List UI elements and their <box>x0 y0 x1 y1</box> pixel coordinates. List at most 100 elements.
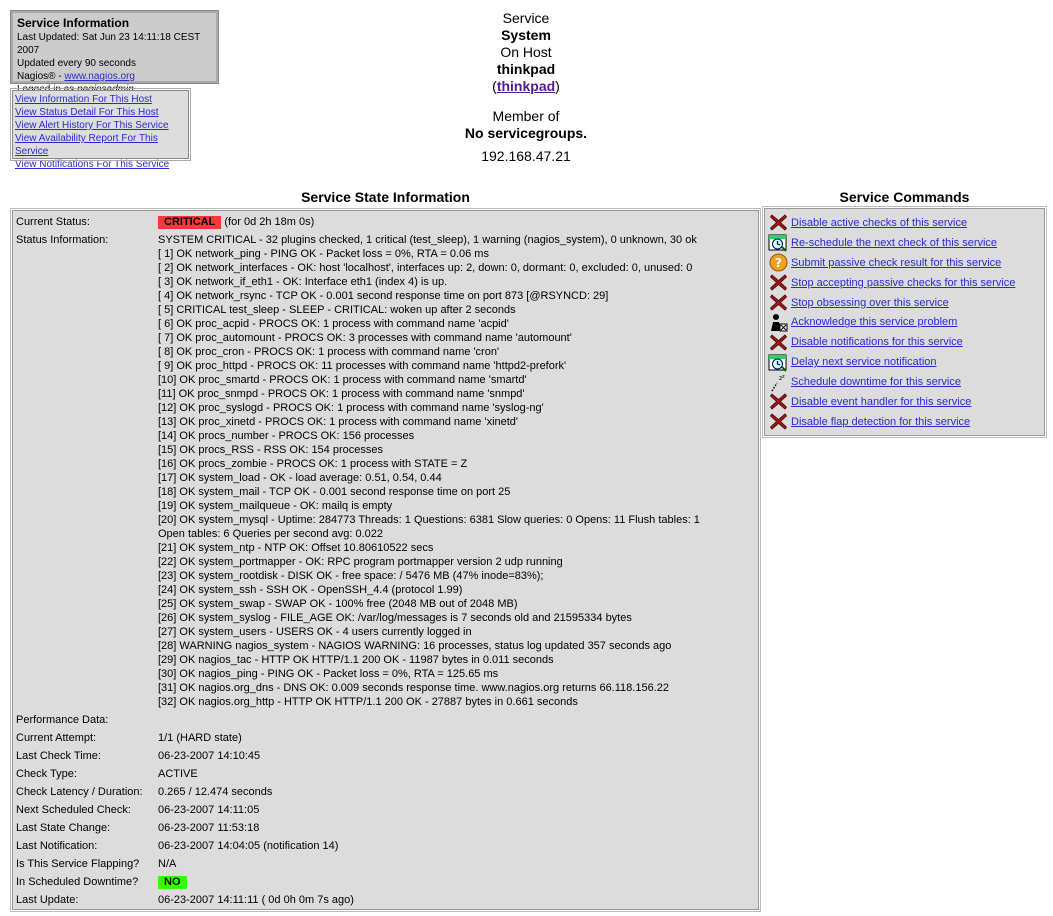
nagios-credit: Nagios® - www.nagios.org <box>17 70 212 83</box>
status-info-line: SYSTEM CRITICAL - 32 plugins checked, 1 … <box>158 234 697 246</box>
downtime-badge: NO <box>158 876 187 889</box>
status-info-line: [21] OK system_ntp - NTP OK: Offset 10.8… <box>158 542 434 554</box>
perf-value <box>158 713 758 727</box>
command-link[interactable]: Disable flap detection for this service <box>791 416 970 428</box>
host-header: Service System On Host thinkpad (thinkpa… <box>400 10 652 165</box>
passive-question-icon[interactable]: ? <box>768 253 788 272</box>
last-updated: Last Updated: Sat Jun 23 14:11:18 CEST 2… <box>17 32 201 56</box>
status-info-line: [18] OK system_mail - TCP OK - 0.001 sec… <box>158 486 511 498</box>
status-info-line: [32] OK nagios.org_http - HTTP OK HTTP/1… <box>158 696 578 708</box>
disabled-x-icon[interactable] <box>768 412 788 431</box>
downtime-icon[interactable]: zz <box>768 373 788 392</box>
status-info-line: [ 4] OK network_rsync - TCP OK - 0.001 s… <box>158 290 609 302</box>
status-info-line: Open tables: 6 Queries per second avg: 0… <box>158 528 384 540</box>
command-row[interactable]: Disable event handler for this service <box>768 392 1041 412</box>
reschedule-icon[interactable] <box>768 233 788 253</box>
command-row[interactable]: Disable notifications for this service <box>768 332 1041 352</box>
attempt-label: Current Attempt: <box>16 732 97 744</box>
command-row[interactable]: Stop accepting passive checks for this s… <box>768 273 1041 293</box>
perf-label: Performance Data: <box>16 714 109 726</box>
command-link[interactable]: Disable event handler for this service <box>791 396 971 408</box>
svg-text:?: ? <box>775 256 782 270</box>
status-info-line: [30] OK nagios_ping - PING OK - Packet l… <box>158 668 499 680</box>
disabled-x-icon[interactable] <box>768 273 788 292</box>
nagios-link[interactable]: www.nagios.org <box>64 71 135 82</box>
link-notifications[interactable]: View Notifications For This Service <box>15 158 186 171</box>
command-row[interactable]: Acknowledge this service problem <box>768 312 1041 332</box>
status-info-line: [16] OK procs_zombie - PROCS OK: 1 proce… <box>158 458 468 470</box>
status-info-lines: SYSTEM CRITICAL - 32 plugins checked, 1 … <box>158 233 758 709</box>
status-info-line: [15] OK procs_RSS - RSS OK: 154 processe… <box>158 444 383 456</box>
status-info-line: [23] OK system_rootdisk - DISK OK - free… <box>158 570 544 582</box>
row-next-check: Next Scheduled Check: 06-23-2007 14:11:0… <box>16 803 758 817</box>
status-info-line: [11] OK proc_snmpd - PROCS OK: 1 process… <box>158 388 525 400</box>
disabled-x-icon[interactable] <box>768 333 788 352</box>
disabled-x-icon[interactable] <box>768 213 788 232</box>
service-label: Service <box>502 10 550 26</box>
link-host-info[interactable]: View Information For This Host <box>15 93 186 106</box>
command-link[interactable]: Submit passive check result for this ser… <box>791 257 1001 269</box>
disabled-x-icon[interactable] <box>768 293 788 312</box>
host-ip: 192.168.47.21 <box>481 148 571 164</box>
status-info-line: [28] WARNING nagios_system - NAGIOS WARN… <box>158 640 672 652</box>
row-last-update: Last Update: 06-23-2007 14:11:11 ( 0d 0h… <box>16 893 758 907</box>
link-host-status[interactable]: View Status Detail For This Host <box>15 106 186 119</box>
state-section-title: Service State Information <box>301 189 470 205</box>
command-row[interactable]: Stop obsessing over this service <box>768 293 1041 313</box>
row-downtime: In Scheduled Downtime? NO <box>16 875 758 889</box>
command-link[interactable]: Disable active checks of this service <box>791 217 967 229</box>
last-notif-label: Last Notification: <box>16 840 98 852</box>
status-info-line: [29] OK nagios_tac - HTTP OK HTTP/1.1 20… <box>158 654 554 666</box>
command-row[interactable]: ? Submit passive check result for this se… <box>768 253 1041 273</box>
status-info-line: [ 2] OK network_interfaces - OK: host 'l… <box>158 262 693 274</box>
flapping-label: Is This Service Flapping? <box>16 858 140 870</box>
service-state-table: Current Status: CRITICAL (for 0d 2h 18m … <box>10 208 761 912</box>
status-info-line: [26] OK system_syslog - FILE_AGE OK: /va… <box>158 612 632 624</box>
command-row[interactable]: Disable active checks of this service <box>768 213 1041 233</box>
command-link[interactable]: Stop obsessing over this service <box>791 297 949 309</box>
command-row[interactable]: Re-schedule the next check of this servi… <box>768 233 1041 253</box>
host-name: thinkpad <box>496 61 556 77</box>
servicegroups: No servicegroups. <box>464 125 588 141</box>
last-notif-value: 06-23-2007 14:04:05 (notification 14) <box>158 840 339 852</box>
command-link[interactable]: Stop accepting passive checks for this s… <box>791 277 1015 289</box>
command-link[interactable]: Disable notifications for this service <box>791 336 963 348</box>
status-info-line: [10] OK proc_smartd - PROCS OK: 1 proces… <box>158 374 527 386</box>
command-link[interactable]: Delay next service notification <box>791 356 937 368</box>
latency-label: Check Latency / Duration: <box>16 786 143 798</box>
last-check-value: 06-23-2007 14:10:45 <box>158 750 261 762</box>
next-check-label: Next Scheduled Check: <box>16 804 131 816</box>
status-info-line: [24] OK system_ssh - SSH OK - OpenSSH_4.… <box>158 584 463 596</box>
row-performance-data: Performance Data: <box>16 713 758 727</box>
acknowledge-icon[interactable] <box>768 313 788 332</box>
command-link[interactable]: Acknowledge this service problem <box>791 316 957 328</box>
status-info-line: [ 6] OK proc_acpid - PROCS OK: 1 process… <box>158 318 509 330</box>
link-availability-report[interactable]: View Availability Report For This Servic… <box>15 132 186 158</box>
command-row[interactable]: z z Schedule downtime for this service <box>768 372 1041 392</box>
delay-icon[interactable] <box>768 353 788 372</box>
last-change-label: Last State Change: <box>16 822 111 834</box>
service-name: System <box>501 27 551 43</box>
command-row[interactable]: Delay next service notification <box>768 352 1041 372</box>
status-info-line: [31] OK nagios.org_dns - DNS OK: 0.009 s… <box>158 682 669 694</box>
command-link[interactable]: Schedule downtime for this service <box>791 376 961 388</box>
command-row[interactable]: Disable flap detection for this service <box>768 412 1041 432</box>
flapping-value: N/A <box>158 858 177 870</box>
command-link[interactable]: Re-schedule the next check of this servi… <box>791 237 997 249</box>
last-check-label: Last Check Time: <box>16 750 101 762</box>
row-last-check: Last Check Time: 06-23-2007 14:10:45 <box>16 749 758 763</box>
downtime-label: In Scheduled Downtime? <box>16 876 139 888</box>
status-info-line: [17] OK system_load - OK - load average:… <box>158 472 442 484</box>
status-info-line: [27] OK system_users - USERS OK - 4 user… <box>158 626 472 638</box>
row-current-attempt: Current Attempt: 1/1 (HARD state) <box>16 731 758 745</box>
host-link[interactable]: thinkpad <box>497 78 555 94</box>
status-info-line: [13] OK proc_xinetd - PROCS OK: 1 proces… <box>158 416 519 428</box>
row-current-status: Current Status: CRITICAL (for 0d 2h 18m … <box>16 215 758 229</box>
status-badge: CRITICAL <box>158 216 222 229</box>
last-update-label: Last Update: <box>16 894 79 906</box>
current-status-label: Current Status: <box>16 216 90 228</box>
link-alert-history[interactable]: View Alert History For This Service <box>15 119 186 132</box>
service-info-box: Service Information Last Updated: Sat Ju… <box>10 10 219 95</box>
status-info-line: [ 3] OK network_if_eth1 - OK: Interface … <box>158 276 448 288</box>
disabled-x-icon[interactable] <box>768 392 788 411</box>
